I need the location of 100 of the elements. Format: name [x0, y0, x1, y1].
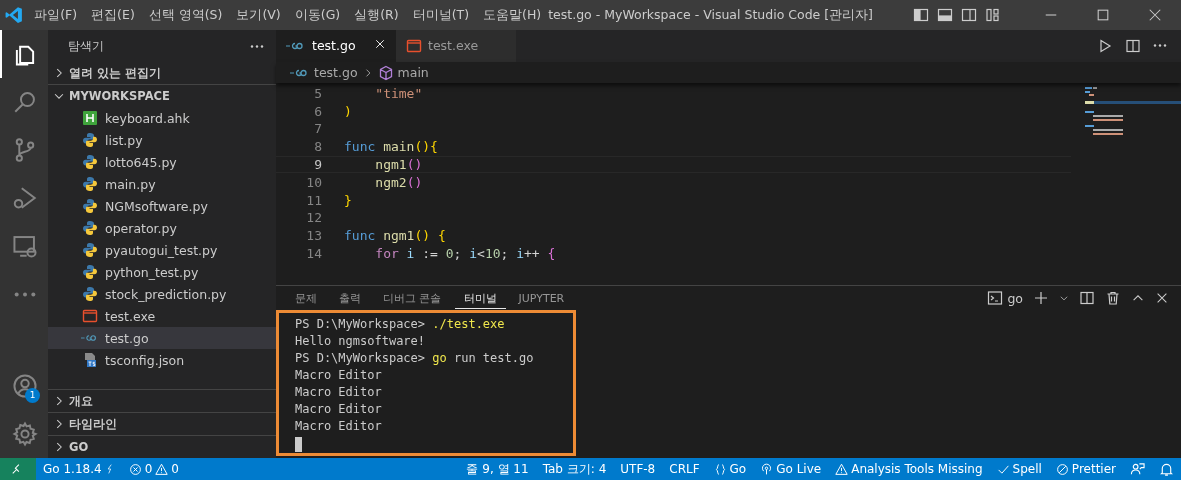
line-number: 13 [305, 228, 323, 244]
sidebar-section-header[interactable]: 개요 [48, 389, 276, 412]
sidebar-section-header[interactable]: 타임라인 [48, 412, 276, 435]
panel-tab[interactable]: 터미널 [454, 287, 506, 309]
split-terminal-icon [1079, 290, 1095, 306]
file-item[interactable]: lotto645.py [48, 151, 276, 173]
close-icon [1148, 8, 1162, 22]
go-version[interactable]: Go 1.18.4 [36, 462, 122, 476]
customize-layout-icon [985, 7, 1001, 23]
more-icon [14, 291, 36, 297]
file-item[interactable]: main.py [48, 173, 276, 195]
maximize-icon [1096, 8, 1110, 22]
line-number: 6 [313, 103, 323, 119]
line-number: 8 [313, 139, 323, 155]
menu-item[interactable]: 편집(E) [84, 6, 142, 24]
window-icon [82, 308, 98, 324]
plus-icon [1033, 290, 1049, 306]
panel-tab[interactable]: JUPYTER [509, 288, 574, 308]
file-item[interactable]: test.go [48, 327, 276, 349]
status-item[interactable]: Prettier [1048, 462, 1123, 476]
split-layout-icon [961, 7, 977, 23]
line-number: 9 [313, 156, 323, 172]
menu-item[interactable]: 터미널(T) [405, 6, 477, 24]
problems-status[interactable]: 0 0 [121, 462, 186, 476]
file-item[interactable]: test.exe [48, 305, 276, 327]
python-file-icon [82, 242, 98, 258]
python-file-icon [82, 198, 98, 214]
file-item[interactable]: list.py [48, 129, 276, 151]
go-file-icon [290, 67, 310, 78]
more-icon [1153, 44, 1167, 48]
status-item[interactable]: Spell [989, 462, 1049, 476]
code-line: func main(){ [344, 139, 438, 155]
warning-icon [835, 462, 849, 476]
status-item[interactable]: CRLF [662, 462, 707, 476]
python-file-icon [82, 176, 98, 192]
line-number: 5 [313, 85, 323, 101]
broadcast-icon [760, 462, 774, 476]
editor-tab[interactable]: test.exe [396, 30, 516, 62]
file-item[interactable]: keyboard.ahk [48, 107, 276, 129]
menu-item[interactable]: 이동(G) [287, 6, 348, 24]
python-file-icon [82, 154, 98, 170]
panel-tab[interactable]: 문제 [286, 287, 326, 309]
menu-item[interactable]: 실행(R) [347, 6, 406, 24]
search-icon [12, 89, 38, 115]
cube-icon [377, 64, 394, 81]
sidebar-layout-icon [913, 7, 929, 23]
line-number: 12 [305, 210, 323, 226]
file-item[interactable]: stock_prediction.py [48, 283, 276, 305]
run-debug-icon [12, 185, 38, 211]
remote-button[interactable] [0, 458, 36, 480]
panel-tab[interactable]: 디버그 콘솔 [374, 287, 451, 309]
panel-layout-icon [937, 7, 953, 23]
run-icon [1097, 37, 1113, 54]
braces-icon [713, 462, 727, 476]
monitor-icon [12, 233, 38, 259]
status-item[interactable]: UTF-8 [613, 462, 663, 476]
no-entry-icon [1055, 462, 1069, 476]
terminal-line: Macro Editor [295, 368, 383, 384]
file-item[interactable]: pyautogui_test.py [48, 239, 276, 261]
python-file-icon [82, 220, 98, 236]
account-button[interactable]: 1 [0, 362, 48, 410]
line-number: 11 [305, 192, 323, 208]
sidebar-section-header[interactable]: MYWORKSPACE [48, 84, 276, 107]
menu-item[interactable]: 선택 영역(S) [141, 6, 230, 24]
code-line: ngm2() [374, 174, 423, 190]
breadcrumb-item[interactable]: main [397, 65, 429, 80]
code-line: ngm1() [374, 156, 423, 172]
panel-tab[interactable]: 출력 [330, 287, 370, 309]
line-number: 7 [313, 121, 323, 137]
chevron-down-icon [1059, 293, 1069, 303]
terminal-name[interactable]: go [1007, 290, 1023, 306]
python-file-icon [82, 264, 98, 280]
python-file-icon [82, 132, 98, 148]
status-item[interactable]: Tab 크기: 4 [535, 460, 614, 478]
file-item[interactable]: operator.py [48, 217, 276, 239]
file-item[interactable]: NGMsoftware.py [48, 195, 276, 217]
window-icon [406, 37, 422, 54]
terminal-line: Hello ngmsoftware! [295, 334, 427, 350]
sidebar-section-header[interactable]: 열려 있는 편집기 [48, 62, 276, 84]
terminal-line: Macro Editor [295, 385, 383, 401]
code-line: } [344, 192, 352, 208]
terminal-line: PS D:\MyWorkspace> go run test.go [295, 351, 535, 367]
terminal-icon [987, 290, 1004, 306]
status-item[interactable]: Go [706, 462, 754, 476]
file-item[interactable]: python_test.py [48, 261, 276, 283]
status-item[interactable]: 줄 9, 열 11 [459, 460, 536, 478]
menu-item[interactable]: 도움말(H) [476, 6, 549, 24]
breadcrumb-item[interactable]: test.go [314, 65, 358, 80]
close-icon [374, 38, 386, 51]
go-file-icon [81, 333, 99, 343]
close-icon [1155, 291, 1169, 305]
python-file-icon [82, 286, 98, 302]
menu-item[interactable]: 보기(V) [229, 6, 288, 24]
menu-item[interactable]: 파일(F) [27, 6, 85, 24]
status-item[interactable]: Go Live [753, 462, 829, 476]
status-item[interactable]: Analysis Tools Missing [828, 462, 990, 476]
editor-tab[interactable]: test.go [276, 30, 396, 62]
code-line: for i := 0; i<10; i++ { [374, 245, 556, 261]
sidebar-title: 탐색기 [68, 38, 104, 54]
file-item[interactable]: tsconfig.json [48, 349, 276, 371]
